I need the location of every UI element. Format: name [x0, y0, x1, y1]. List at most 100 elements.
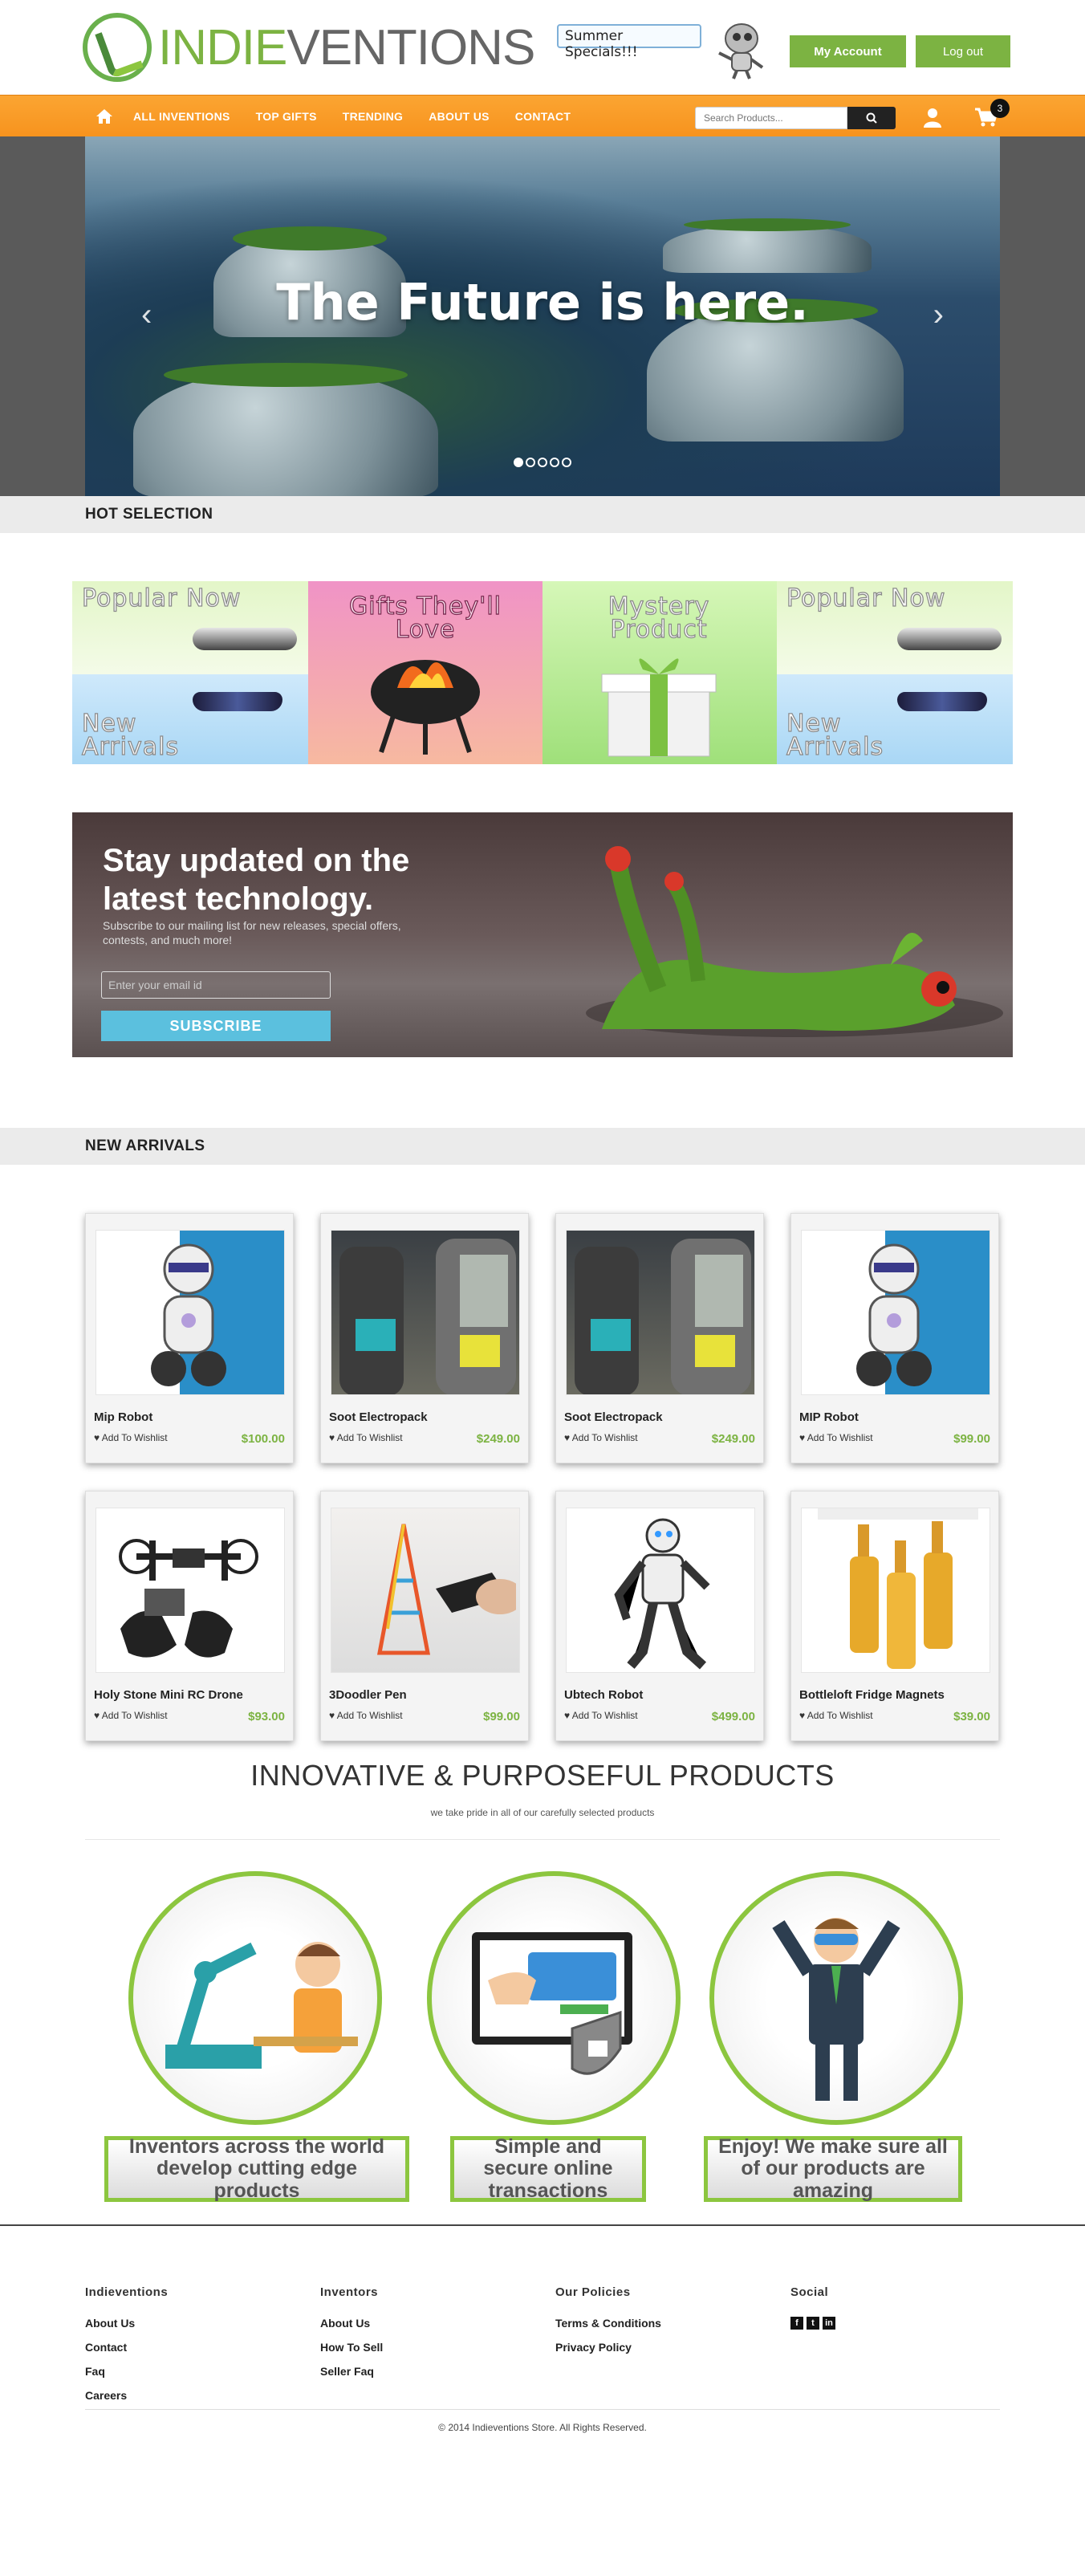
logo-icon	[83, 13, 152, 82]
footer-col-indieventions: Indieventions About Us Contact Faq Caree…	[85, 2285, 168, 2413]
carousel-dot[interactable]	[526, 458, 535, 467]
add-to-wishlist-link[interactable]: ♥ Add To Wishlist	[94, 1710, 168, 1721]
main-nav: ALL INVENTIONS TOP GIFTS TRENDING ABOUT …	[0, 95, 1085, 136]
hoverboard-image	[193, 628, 297, 650]
carousel-dot[interactable]	[562, 458, 571, 467]
product-price: $39.00	[953, 1710, 990, 1723]
footer-link-seller-faq[interactable]: Seller Faq	[320, 2365, 383, 2378]
search-input[interactable]	[695, 107, 847, 129]
product-card[interactable]: Bottleloft Fridge Magnets ♥ Add To Wishl…	[790, 1491, 999, 1741]
product-price: $499.00	[711, 1710, 755, 1723]
product-grid: Mip Robot ♥ Add To Wishlist $100.00 Soot…	[0, 1165, 1085, 1741]
tile-new-arrivals-2[interactable]: New Arrivals	[777, 674, 1013, 764]
product-image[interactable]	[95, 1508, 285, 1673]
robot-mascot-icon	[718, 23, 764, 79]
user-icon[interactable]	[922, 107, 943, 128]
add-to-wishlist-link[interactable]: ♥ Add To Wishlist	[799, 1432, 873, 1443]
subscribe-button[interactable]: SUBSCRIBE	[101, 1011, 331, 1041]
product-card[interactable]: Mip Robot ♥ Add To Wishlist $100.00	[85, 1213, 294, 1463]
gift-box-image	[601, 658, 717, 757]
footer-link-careers[interactable]: Careers	[85, 2389, 168, 2402]
product-card[interactable]: Ubtech Robot ♥ Add To Wishlist $499.00	[555, 1491, 764, 1741]
footer-link-privacy[interactable]: Privacy Policy	[555, 2341, 661, 2354]
product-name[interactable]: Holy Stone Mini RC Drone	[94, 1688, 243, 1702]
product-image[interactable]	[95, 1230, 285, 1395]
copyright-text: © 2014 Indieventions Store. All Rights R…	[438, 2422, 647, 2433]
footer-heading: Our Policies	[555, 2285, 631, 2299]
add-to-wishlist-link[interactable]: ♥ Add To Wishlist	[799, 1710, 873, 1721]
carousel-dot[interactable]	[514, 458, 523, 467]
product-image[interactable]	[566, 1508, 755, 1673]
product-name[interactable]: Mip Robot	[94, 1410, 152, 1424]
nav-contact[interactable]: CONTACT	[502, 110, 584, 123]
nav-trending[interactable]: TRENDING	[330, 110, 417, 123]
linkedin-icon[interactable]: in	[823, 2317, 835, 2330]
carousel-dot[interactable]	[550, 458, 559, 467]
add-to-wishlist-link[interactable]: ♥ Add To Wishlist	[329, 1432, 403, 1443]
footer-link-faq[interactable]: Faq	[85, 2365, 168, 2378]
product-name[interactable]: Bottleloft Fridge Magnets	[799, 1688, 945, 1702]
product-price: $100.00	[241, 1432, 285, 1446]
tile-new-arrivals[interactable]: New Arrivals	[72, 674, 308, 764]
footer-link-terms[interactable]: Terms & Conditions	[555, 2317, 661, 2330]
twitter-icon[interactable]: t	[807, 2317, 819, 2330]
caption-enjoy: Enjoy! We make sure all of our products …	[704, 2135, 962, 2202]
footer-link-inventors-about[interactable]: About Us	[320, 2317, 383, 2330]
add-to-wishlist-link[interactable]: ♥ Add To Wishlist	[329, 1710, 403, 1721]
product-image[interactable]	[801, 1230, 990, 1395]
heart-icon: ♥	[94, 1710, 100, 1721]
footer-col-inventors: Inventors About Us How To Sell Seller Fa…	[320, 2285, 383, 2389]
carousel-prev-icon[interactable]: ‹	[141, 297, 152, 333]
product-image[interactable]	[331, 1230, 520, 1395]
search-button[interactable]	[847, 107, 896, 129]
carousel-dot[interactable]	[538, 458, 547, 467]
product-card[interactable]: 3Doodler Pen ♥ Add To Wishlist $99.00	[320, 1491, 529, 1741]
tile-mystery-product[interactable]: Mystery Product	[542, 581, 777, 764]
footer-col-social: Social f t in	[790, 2285, 835, 2330]
product-name[interactable]: Soot Electropack	[329, 1410, 428, 1424]
divider	[85, 2409, 1000, 2410]
product-name[interactable]: MIP Robot	[799, 1410, 859, 1424]
home-icon[interactable]	[88, 108, 120, 124]
facebook-icon[interactable]: f	[790, 2317, 803, 2330]
vr-glasses-image	[193, 692, 282, 711]
subscribe-section: Stay updated on the latest technology. S…	[0, 812, 1085, 1128]
footer-heading: Indieventions	[85, 2285, 169, 2299]
product-name[interactable]: Soot Electropack	[564, 1410, 663, 1424]
product-card[interactable]: Soot Electropack ♥ Add To Wishlist $249.…	[555, 1213, 764, 1463]
product-image[interactable]	[566, 1230, 755, 1395]
nav-all-inventions[interactable]: ALL INVENTIONS	[120, 110, 243, 123]
email-input[interactable]	[101, 971, 331, 999]
tile-popular-now-2[interactable]: Popular Now	[777, 581, 1013, 674]
site-logo[interactable]: INDIEVENTIONS	[83, 13, 535, 82]
logout-button[interactable]: Log out	[916, 35, 1010, 67]
product-image[interactable]	[331, 1508, 520, 1673]
search-bar	[695, 107, 896, 129]
add-to-wishlist-link[interactable]: ♥ Add To Wishlist	[564, 1432, 638, 1443]
product-card[interactable]: Holy Stone Mini RC Drone ♥ Add To Wishli…	[85, 1491, 294, 1741]
innovative-title: INNOVATIVE & PURPOSEFUL PRODUCTS	[250, 1759, 835, 1792]
inventors-illustration	[128, 1871, 382, 2125]
nav-top-gifts[interactable]: TOP GIFTS	[243, 110, 330, 123]
subscribe-banner: Stay updated on the latest technology. S…	[72, 812, 1013, 1057]
product-image[interactable]	[801, 1508, 990, 1673]
divider	[85, 1839, 1000, 1840]
tile-gifts[interactable]: Gifts They'll Love	[308, 581, 542, 764]
product-name[interactable]: 3Doodler Pen	[329, 1688, 407, 1702]
product-name[interactable]: Ubtech Robot	[564, 1688, 643, 1702]
product-card[interactable]: MIP Robot ♥ Add To Wishlist $99.00	[790, 1213, 999, 1463]
add-to-wishlist-link[interactable]: ♥ Add To Wishlist	[564, 1710, 638, 1721]
nav-about-us[interactable]: ABOUT US	[416, 110, 502, 123]
add-to-wishlist-link[interactable]: ♥ Add To Wishlist	[94, 1432, 168, 1443]
summer-specials-banner[interactable]: Summer Specials!!!	[557, 24, 701, 60]
tile-popular-now[interactable]: Popular Now	[72, 581, 308, 674]
carousel-next-icon[interactable]: ›	[933, 297, 944, 333]
product-price: $249.00	[711, 1432, 755, 1446]
footer-link-contact[interactable]: Contact	[85, 2341, 168, 2354]
footer-link-about-us[interactable]: About Us	[85, 2317, 168, 2330]
product-card[interactable]: Soot Electropack ♥ Add To Wishlist $249.…	[320, 1213, 529, 1463]
my-account-button[interactable]: My Account	[790, 35, 906, 67]
footer-link-how-to-sell[interactable]: How To Sell	[320, 2341, 383, 2354]
fire-pit-image	[371, 660, 480, 755]
footer-heading: Inventors	[320, 2285, 379, 2299]
